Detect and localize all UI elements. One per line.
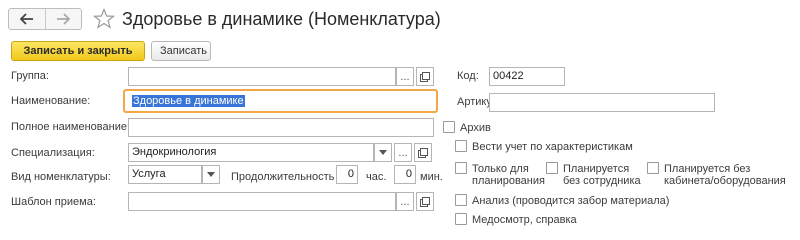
name-input-value: Здоровье в динамике xyxy=(132,95,245,107)
code-input[interactable]: 00422 xyxy=(489,67,565,86)
save-and-close-button[interactable]: Записать и закрыть xyxy=(11,41,145,61)
specialization-open-button[interactable] xyxy=(414,143,432,162)
forward-button[interactable] xyxy=(44,9,82,29)
arrow-left-icon xyxy=(19,13,33,25)
planning-only-label-line1: Только для xyxy=(472,163,529,175)
track-characteristics-label: Вести учет по характеристикам xyxy=(472,141,633,153)
arrow-right-icon xyxy=(57,13,71,25)
code-label: Код: xyxy=(457,70,479,82)
template-input[interactable] xyxy=(128,192,396,211)
article-input[interactable] xyxy=(489,93,715,112)
chevron-down-icon xyxy=(379,150,387,155)
group-input[interactable] xyxy=(128,67,396,86)
open-form-icon xyxy=(418,147,428,158)
save-button[interactable]: Записать xyxy=(151,41,211,61)
specialization-dropdown-button[interactable] xyxy=(374,143,392,162)
duration-minutes-input[interactable]: 0 xyxy=(394,165,416,184)
name-label: Наименование: xyxy=(11,95,91,107)
duration-hours-input[interactable]: 0 xyxy=(336,165,358,184)
analysis-label: Анализ (проводится забор материала) xyxy=(472,195,670,207)
med-exam-label: Медосмотр, справка xyxy=(472,214,577,226)
archive-checkbox[interactable] xyxy=(443,121,455,133)
group-open-button[interactable] xyxy=(416,67,434,86)
no-cabinet-label-line1: Планируется без xyxy=(664,163,751,175)
nomenclature-type-input[interactable]: Услуга xyxy=(128,165,202,184)
navigation-buttons xyxy=(8,8,82,30)
hours-unit-label: час. xyxy=(366,171,387,183)
minutes-unit-label: мин. xyxy=(420,171,443,183)
specialization-select-button[interactable]: ... xyxy=(394,143,412,162)
no-staff-label-line2: без сотрудника xyxy=(563,175,641,187)
med-exam-checkbox[interactable] xyxy=(455,213,467,225)
specialization-label: Специализация: xyxy=(11,147,95,159)
back-button[interactable] xyxy=(9,9,45,29)
nomenclature-type-dropdown-button[interactable] xyxy=(202,165,220,184)
open-form-icon xyxy=(420,71,430,82)
planning-only-checkbox[interactable] xyxy=(455,162,467,174)
name-input[interactable]: Здоровье в динамике xyxy=(123,89,438,113)
planning-only-label-line2: планирования xyxy=(472,175,545,187)
page-title: Здоровье в динамике (Номенклатура) xyxy=(122,9,441,29)
no-cabinet-checkbox[interactable] xyxy=(647,162,659,174)
group-select-button[interactable]: ... xyxy=(396,67,414,86)
template-open-button[interactable] xyxy=(416,192,434,211)
track-characteristics-checkbox[interactable] xyxy=(455,140,467,152)
favorite-star-icon[interactable] xyxy=(92,7,116,31)
open-form-icon xyxy=(420,196,430,207)
nomenclature-type-label: Вид номенклатуры: xyxy=(11,171,111,183)
specialization-input[interactable]: Эндокринология xyxy=(128,143,374,162)
analysis-checkbox[interactable] xyxy=(455,194,467,206)
template-label: Шаблон приема: xyxy=(11,196,96,208)
no-staff-checkbox[interactable] xyxy=(546,162,558,174)
template-select-button[interactable]: ... xyxy=(396,192,414,211)
full-name-input[interactable] xyxy=(128,118,434,137)
full-name-label: Полное наименование: xyxy=(11,121,131,133)
chevron-down-icon xyxy=(207,172,215,177)
no-cabinet-label-line2: кабинета/оборудования xyxy=(664,175,786,187)
no-staff-label-line1: Планируется xyxy=(563,163,630,175)
duration-label: Продолжительность xyxy=(231,171,335,183)
group-label: Группа: xyxy=(11,70,49,82)
archive-label: Архив xyxy=(460,122,491,134)
